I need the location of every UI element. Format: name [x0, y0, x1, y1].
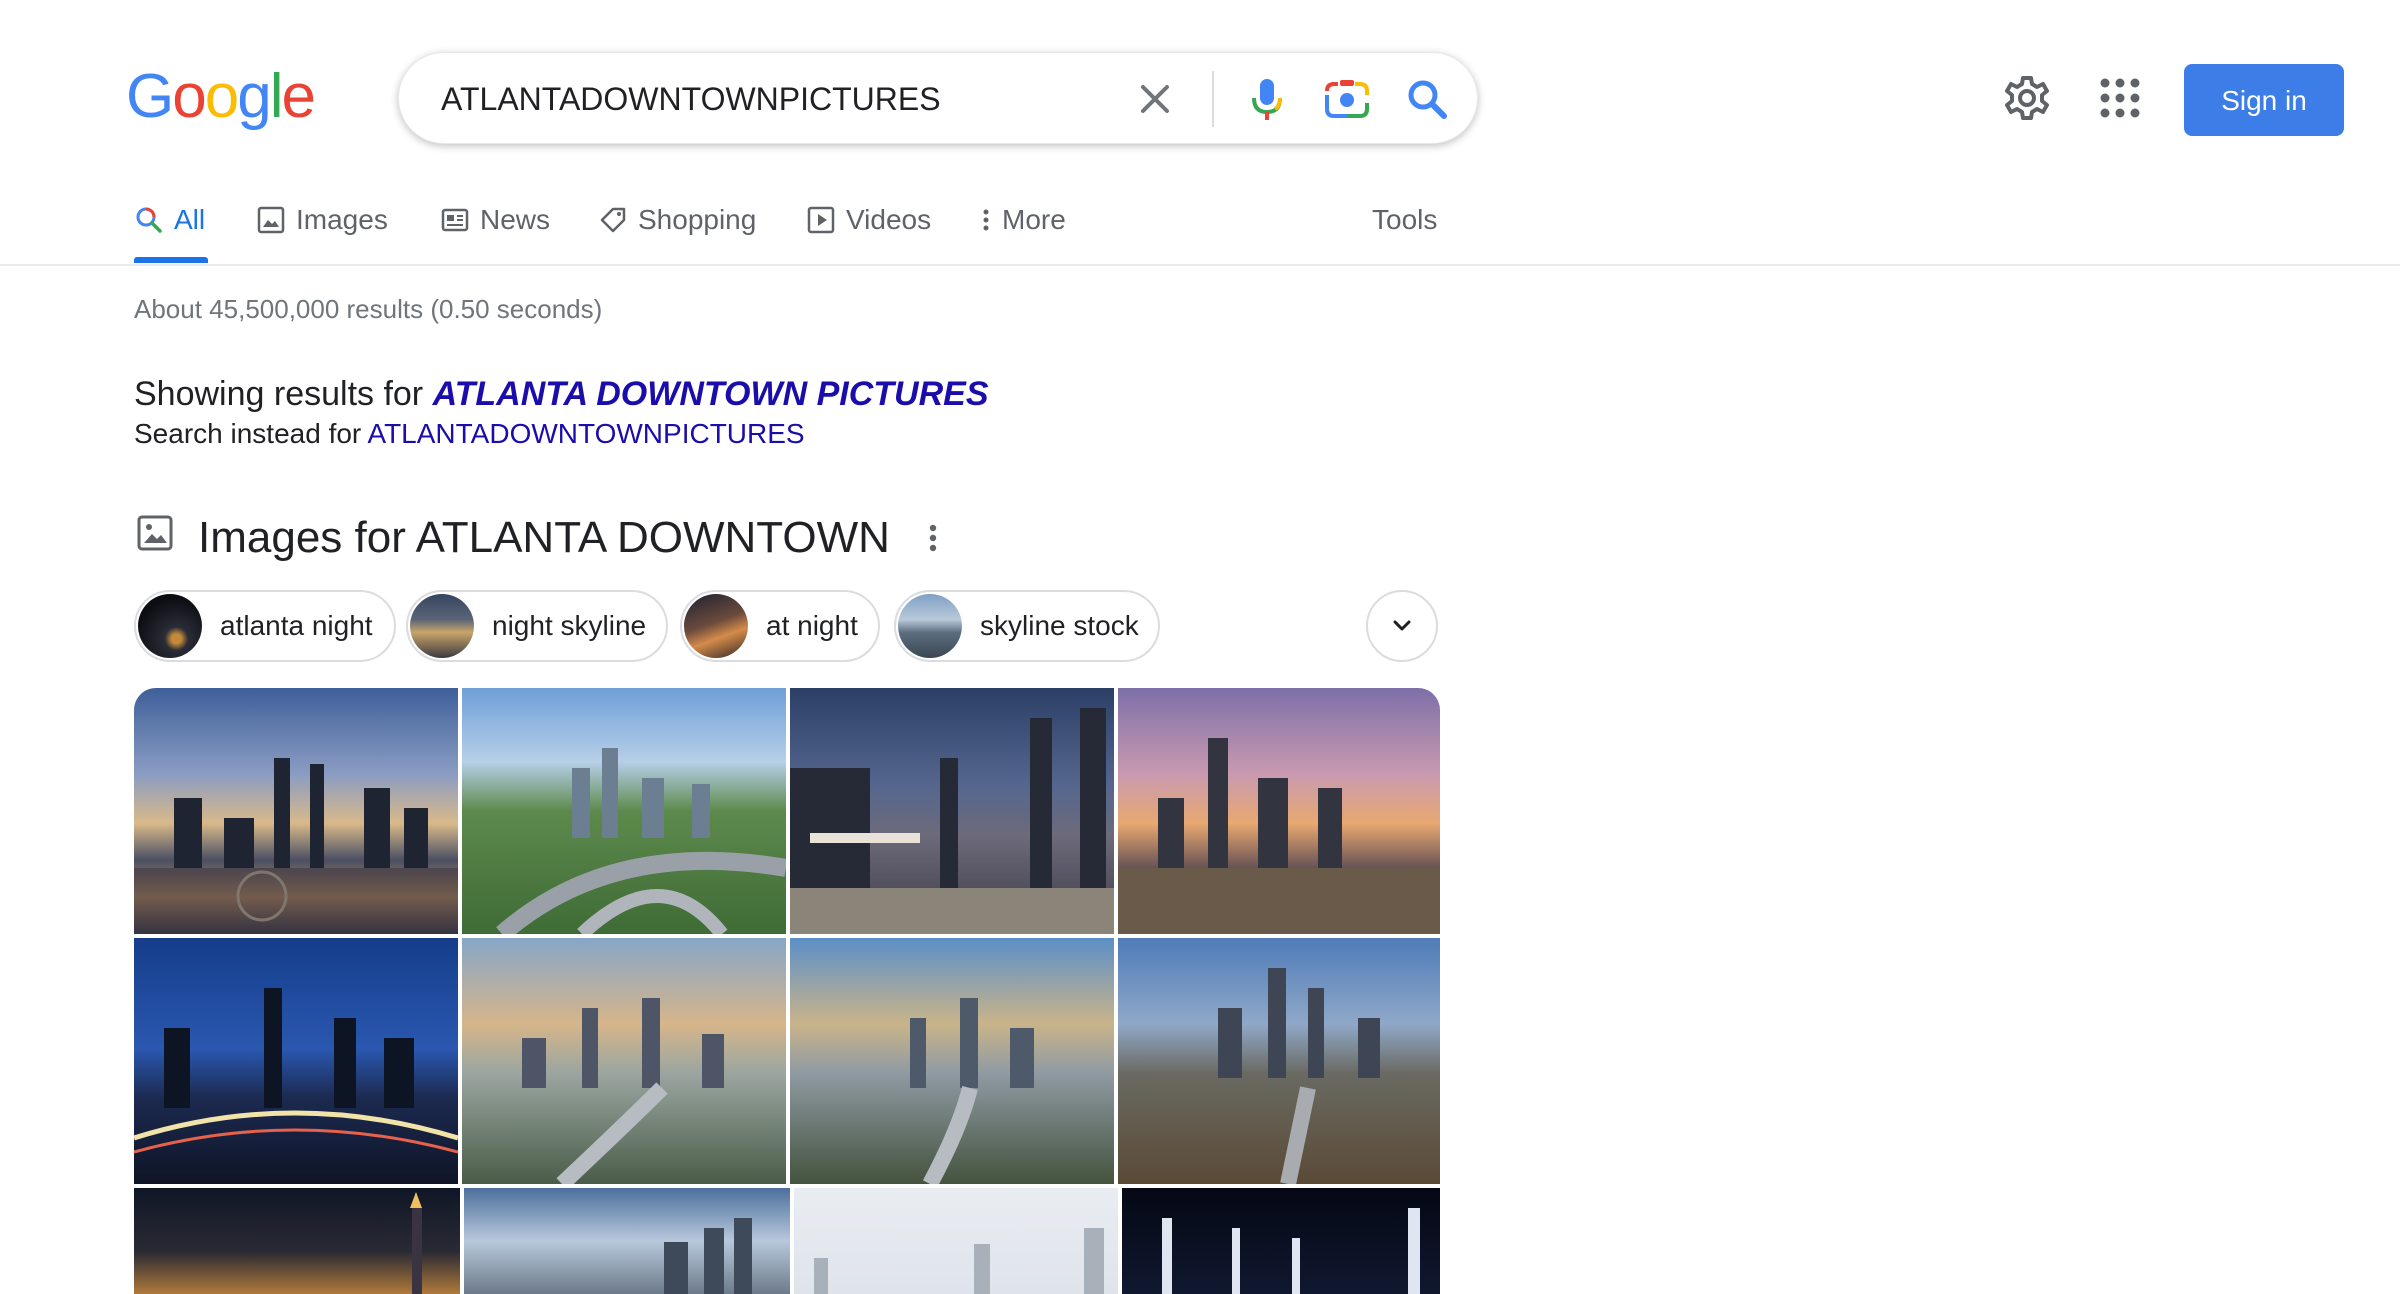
microphone-icon — [1252, 79, 1282, 120]
kebab-icon — [983, 209, 989, 231]
chip-thumbnail — [898, 594, 962, 658]
kebab-icon — [929, 524, 937, 552]
image-result[interactable] — [794, 1188, 1118, 1294]
search-button[interactable] — [1401, 73, 1453, 125]
image-grid — [134, 688, 1440, 1294]
play-icon — [807, 206, 835, 234]
result-stats: About 45,500,000 results (0.50 seconds) — [134, 294, 603, 324]
skyline-photo — [1162, 1208, 1420, 1294]
image-chip[interactable]: night skyline — [406, 590, 668, 662]
chip-label: at night — [766, 610, 858, 641]
search-icon — [1408, 80, 1447, 119]
image-result[interactable] — [134, 688, 458, 934]
skyline-photo — [1218, 968, 1380, 1184]
tab-label: More — [1002, 204, 1066, 235]
showing-prefix: Showing results for — [134, 375, 433, 413]
tab-all[interactable]: All — [134, 200, 205, 240]
image-chip[interactable]: atlanta night — [134, 590, 396, 662]
clear-search-button[interactable] — [1131, 75, 1179, 123]
search-instead: Search instead for ATLANTADOWNTOWNPICTUR… — [134, 416, 805, 452]
skyline-photo — [134, 758, 458, 934]
corrected-query-link[interactable]: ATLANTA DOWNTOWN PICTURES — [433, 375, 989, 413]
skyline-photo — [910, 998, 1034, 1184]
google-logo[interactable]: Google — [126, 62, 316, 132]
instead-prefix: Search instead for — [134, 418, 368, 449]
image-result[interactable] — [464, 1188, 790, 1294]
chip-thumbnail — [684, 594, 748, 658]
image-result[interactable] — [790, 938, 1114, 1184]
chip-label: skyline stock — [980, 610, 1139, 641]
tab-label: Shopping — [638, 204, 757, 235]
tab-label: All — [174, 204, 206, 235]
spelling-correction: Showing results for ATLANTA DOWNTOWN PIC… — [134, 372, 989, 416]
close-icon — [1141, 85, 1169, 113]
google-apps-button[interactable] — [2098, 76, 2142, 120]
searchbox-divider — [1212, 71, 1214, 127]
tab-images[interactable]: Images — [256, 200, 388, 240]
tools-button[interactable]: Tools — [1372, 200, 1437, 240]
tab-videos[interactable]: Videos — [806, 200, 931, 240]
tab-more[interactable]: More — [980, 200, 1066, 240]
tab-label: News — [480, 204, 551, 235]
tab-shopping[interactable]: Shopping — [598, 200, 756, 240]
gear-icon — [2005, 76, 2049, 120]
image-result[interactable] — [1122, 1188, 1440, 1294]
image-result[interactable] — [462, 688, 786, 934]
image-icon — [136, 514, 174, 552]
images-more-options-button[interactable] — [918, 516, 948, 560]
image-result[interactable] — [134, 938, 458, 1184]
skyline-photo — [134, 988, 458, 1154]
skyline-photo — [664, 1218, 752, 1294]
chip-thumbnail — [410, 594, 474, 658]
tab-label: Videos — [846, 204, 932, 235]
image-result[interactable] — [790, 688, 1114, 934]
search-icon — [136, 207, 162, 233]
image-chip[interactable]: skyline stock — [894, 590, 1160, 662]
chip-label: atlanta night — [220, 610, 373, 641]
skyline-photo — [814, 1228, 1104, 1294]
tools-label: Tools — [1372, 204, 1438, 235]
image-result[interactable] — [462, 938, 786, 1184]
camera-lens-icon — [1325, 80, 1369, 118]
settings-button[interactable] — [2003, 74, 2051, 122]
original-query-link[interactable]: ATLANTADOWNTOWNPICTURES — [367, 418, 804, 449]
image-icon — [257, 206, 285, 234]
apps-grid-icon — [2100, 78, 2140, 118]
skyline-photo — [790, 708, 1114, 934]
chip-thumbnail — [138, 594, 202, 658]
skyline-photo — [1118, 738, 1440, 934]
search-input[interactable] — [441, 53, 1081, 145]
image-result[interactable] — [1118, 938, 1440, 1184]
chevron-down-icon — [1393, 620, 1411, 631]
chip-label: night skyline — [492, 610, 647, 641]
skyline-photo — [410, 1192, 422, 1294]
expand-chips-button[interactable] — [1366, 590, 1438, 662]
images-section-heading[interactable]: Images for ATLANTA DOWNTOWN — [198, 510, 890, 566]
skyline-photo — [496, 748, 786, 934]
skyline-photo — [522, 998, 724, 1184]
image-result[interactable] — [134, 1188, 460, 1294]
tabs-divider — [0, 264, 2400, 266]
active-tab-indicator — [134, 257, 208, 263]
image-chip[interactable]: at night — [680, 590, 880, 662]
news-icon — [441, 208, 469, 232]
search-box[interactable] — [398, 52, 1478, 145]
image-search-button[interactable] — [1319, 73, 1375, 125]
tab-news[interactable]: News — [440, 200, 550, 240]
voice-search-button[interactable] — [1241, 73, 1293, 125]
image-result[interactable] — [1118, 688, 1440, 934]
sign-in-button[interactable]: Sign in — [2184, 64, 2344, 136]
tag-icon — [600, 207, 626, 233]
tab-label: Images — [296, 204, 388, 235]
